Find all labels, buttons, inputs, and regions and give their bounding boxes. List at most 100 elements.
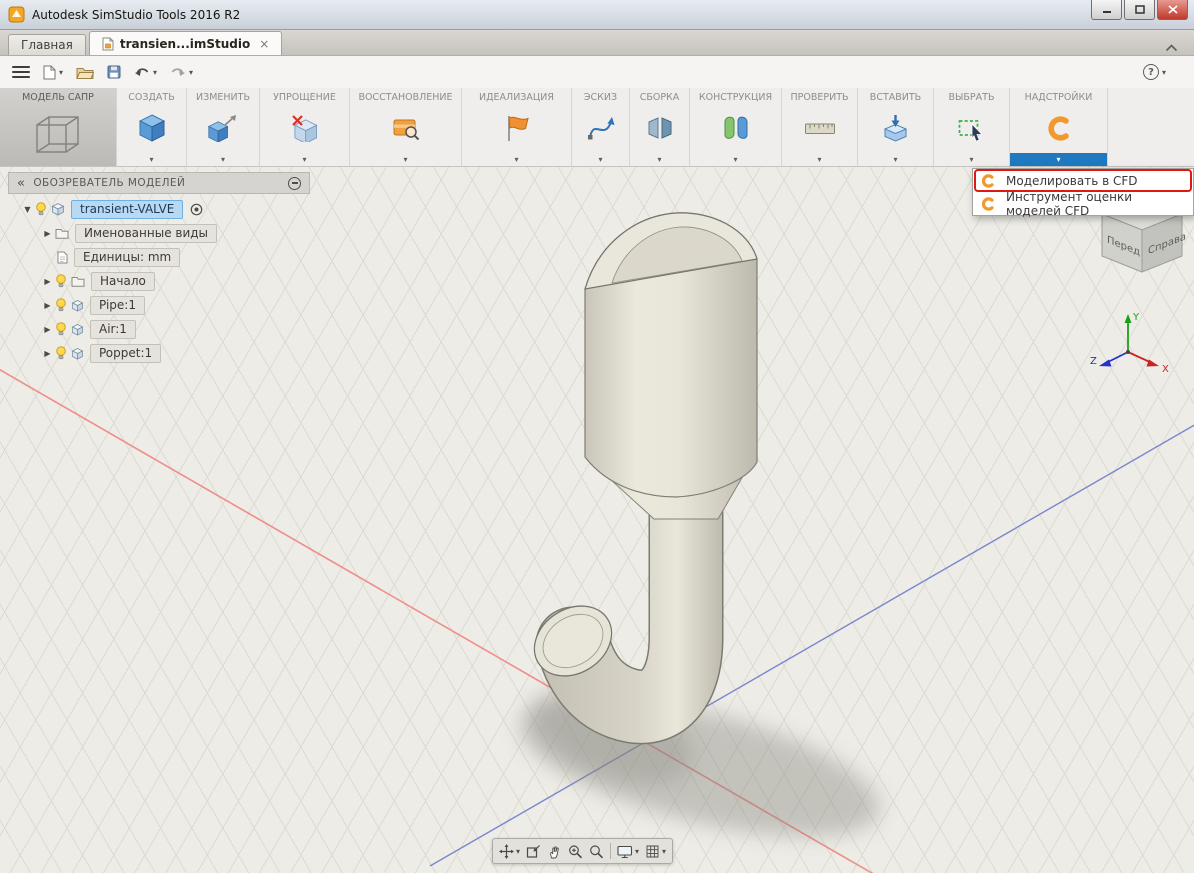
menu-item-label: Моделировать в CFD	[1006, 173, 1138, 188]
cfd-icon	[1045, 103, 1072, 153]
tree-node-label[interactable]: Начало	[91, 271, 155, 291]
ribbon-group-sketch[interactable]: ЭСКИЗ ▾	[572, 88, 630, 166]
zoom-window-button[interactable]	[568, 844, 583, 859]
save-icon	[107, 65, 121, 79]
ribbon-group-idealize[interactable]: ИДЕАЛИЗАЦИЯ ▾	[462, 88, 572, 166]
lightbulb-icon[interactable]	[55, 346, 67, 360]
ribbon-group-select[interactable]: ВЫБРАТЬ ▾	[934, 88, 1010, 166]
help-button[interactable]: ? ▾	[1142, 64, 1166, 80]
tree-collapsed-icon[interactable]: ▶	[40, 301, 55, 310]
ribbon-dropdown[interactable]: ▾	[858, 153, 933, 166]
assembly-icon	[646, 103, 674, 153]
ribbon-dropdown[interactable]: ▾	[572, 153, 629, 166]
collapse-all-button[interactable]	[288, 176, 301, 190]
ribbon-dropdown[interactable]: ▾	[187, 153, 259, 166]
repair-icon	[392, 103, 420, 153]
valve-model[interactable]	[521, 212, 758, 745]
ribbon-dropdown[interactable]: ▾	[260, 153, 349, 166]
display-settings-button[interactable]: ▾	[617, 844, 639, 859]
tree-collapsed-icon[interactable]: ▶	[40, 325, 55, 334]
tab-home[interactable]: Главная	[8, 34, 86, 55]
tree-row-poppet[interactable]: ▶ Poppet:1	[8, 341, 318, 365]
tree-node-label[interactable]: Poppet:1	[90, 343, 162, 363]
minimize-icon	[1102, 11, 1111, 13]
ribbon-dropdown[interactable]: ▾	[350, 153, 461, 166]
ribbon-dropdown[interactable]: ▾	[690, 153, 781, 166]
grid-settings-button[interactable]: ▾	[645, 844, 666, 859]
caret-down-icon: ▾	[598, 155, 603, 164]
caret-down-icon: ▾	[220, 155, 225, 164]
ribbon-group-label: ЭСКИЗ	[583, 92, 618, 103]
close-button[interactable]	[1157, 0, 1188, 20]
ribbon-group-label: УПРОЩЕНИЕ	[273, 92, 336, 103]
ribbon-dropdown-open[interactable]: ▾	[1010, 153, 1107, 166]
lightbulb-icon[interactable]	[55, 274, 67, 288]
tree-node-label[interactable]: Air:1	[90, 319, 136, 339]
menu-item-cfd-evaluation-tool[interactable]: Инструмент оценки моделей CFD	[973, 189, 1193, 218]
lightbulb-icon[interactable]	[35, 202, 47, 216]
ribbon-group-insert[interactable]: ВСТАВИТЬ ▾	[858, 88, 934, 166]
grid-icon	[646, 845, 659, 857]
minimize-button[interactable]	[1091, 0, 1122, 20]
tree-row-air[interactable]: ▶ Air:1	[8, 317, 318, 341]
tree-node-label[interactable]: Pipe:1	[90, 295, 145, 315]
ribbon-group-construction[interactable]: КОНСТРУКЦИЯ ▾	[690, 88, 782, 166]
menu-item-label: Инструмент оценки моделей CFD	[1006, 189, 1132, 218]
maximize-button[interactable]	[1124, 0, 1155, 20]
ribbon-group-inspect[interactable]: ПРОВЕРИТЬ ▾	[782, 88, 858, 166]
tree-expanded-icon[interactable]: ▼	[20, 205, 35, 214]
redo-button[interactable]: ▾	[170, 66, 193, 78]
pan-button[interactable]: ▾	[499, 843, 520, 859]
assembly-doc-icon	[51, 202, 65, 216]
ribbon-group-assembly[interactable]: СБОРКА ▾	[630, 88, 690, 166]
ribbon-group-repair[interactable]: ВОССТАНОВЛЕНИЕ ▾	[350, 88, 462, 166]
save-button[interactable]	[107, 65, 121, 79]
tree-collapsed-icon[interactable]: ▶	[40, 349, 55, 358]
folder-icon	[55, 227, 69, 239]
tree-row-units[interactable]: Единицы: mm	[8, 245, 318, 269]
tab-close-icon[interactable]: ×	[259, 38, 269, 50]
tree-collapsed-icon[interactable]: ▶	[40, 277, 55, 286]
undo-button[interactable]: ▾	[134, 66, 157, 78]
tab-document[interactable]: transien...imStudio ×	[88, 31, 283, 55]
app-menu-button[interactable]	[12, 66, 30, 78]
lightbulb-icon[interactable]	[55, 298, 67, 312]
ribbon-group-simplify[interactable]: УПРОЩЕНИЕ ▾	[260, 88, 350, 166]
tree-row-root[interactable]: ▼ transient-VALVE	[8, 197, 318, 221]
model-browser-title: ОБОЗРЕВАТЕЛЬ МОДЕЛЕЙ	[33, 177, 186, 189]
lightbulb-icon[interactable]	[55, 322, 67, 336]
redo-icon	[171, 68, 186, 76]
model-browser-header[interactable]: « ОБОЗРЕВАТЕЛЬ МОДЕЛЕЙ	[8, 172, 310, 194]
panel-collapse-icon[interactable]: «	[17, 177, 25, 190]
new-file-icon	[43, 65, 56, 79]
ribbon-group-modify[interactable]: ИЗМЕНИТЬ ▾	[187, 88, 260, 166]
tab-bar: Главная transien...imStudio ×	[0, 30, 1194, 56]
tree-row-pipe[interactable]: ▶ Pipe:1	[8, 293, 318, 317]
ribbon-group-addins[interactable]: НАДСТРОЙКИ ▾	[1010, 88, 1108, 166]
ribbon-group-model-sapr[interactable]: МОДЕЛЬ САПР	[0, 88, 117, 166]
folder-icon	[71, 275, 85, 287]
ribbon-group-create[interactable]: СОЗДАТЬ ▾	[117, 88, 187, 166]
pan-icon	[499, 843, 514, 859]
ribbon-dropdown[interactable]: ▾	[782, 153, 857, 166]
tree-node-root[interactable]: transient-VALVE	[71, 199, 184, 219]
ribbon-dropdown[interactable]: ▾	[934, 153, 1009, 166]
previous-view-button[interactable]	[526, 844, 541, 859]
tree-collapsed-icon[interactable]: ▶	[40, 229, 55, 238]
ribbon-collapse-button[interactable]	[1165, 37, 1178, 56]
y-axis-label: Y	[1132, 312, 1140, 323]
orbit-hand-button[interactable]	[547, 844, 562, 859]
ribbon-dropdown[interactable]: ▾	[630, 153, 689, 166]
ribbon-group-label: ВЫБРАТЬ	[948, 92, 995, 103]
ground-dot-icon[interactable]	[190, 203, 203, 216]
new-file-button[interactable]: ▾	[43, 65, 63, 80]
tree-row-named-views[interactable]: ▶ Именованные виды	[8, 221, 318, 245]
tree-node-label[interactable]: Единицы: mm	[74, 247, 181, 267]
tree-row-origin[interactable]: ▶ Начало	[8, 269, 318, 293]
open-file-button[interactable]	[76, 66, 95, 79]
caret-down-icon: ▾	[59, 67, 64, 77]
zoom-fit-button[interactable]	[589, 844, 604, 859]
ribbon-dropdown[interactable]: ▾	[117, 153, 186, 166]
tree-node-label[interactable]: Именованные виды	[75, 223, 218, 243]
ribbon-dropdown[interactable]: ▾	[462, 153, 571, 166]
